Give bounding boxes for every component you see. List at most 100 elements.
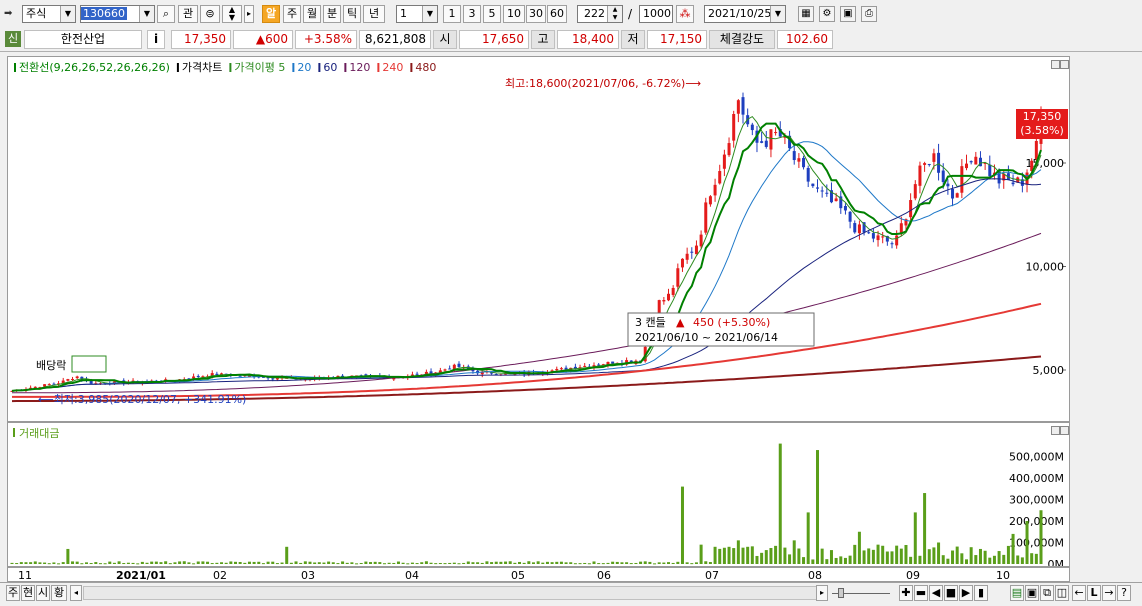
candle-body (667, 293, 671, 301)
legend-swatch-2 (229, 63, 232, 72)
tab-ju[interactable]: 주 (6, 585, 20, 601)
scroll-right-icon[interactable]: ▸ (816, 585, 828, 601)
pan-left-icon[interactable]: ← (1072, 585, 1086, 601)
price-chart-panel[interactable]: 전환선(9,26,26,52,26,26,26) 가격차트 가격이평 5 20 60 12… (7, 56, 1070, 422)
date-select[interactable]: 2021/10/25 ▼ (704, 5, 786, 23)
gear-icon[interactable]: ⚙ (819, 6, 835, 22)
panel-close-icon[interactable] (1060, 426, 1069, 435)
market-type-select[interactable]: 주식 ▼ (22, 5, 76, 23)
volume-bar (690, 563, 694, 565)
volume-bar (331, 562, 335, 564)
volume-bar (173, 562, 177, 564)
volume-chart-panel[interactable]: 거래대금 500,000M 400,000M 300,000M 200,000M 100,… (7, 422, 1070, 567)
volume-bar (746, 546, 750, 564)
volume-bar (355, 563, 359, 565)
tab-si[interactable]: 시 (36, 585, 50, 601)
candle-body (965, 163, 969, 169)
save-icon[interactable]: ▣ (840, 6, 856, 22)
volume-bar (983, 550, 987, 564)
execution-strength: 102.60 (777, 30, 833, 49)
link-group-icon[interactable]: ⊜ (200, 5, 220, 23)
volume-bar (345, 562, 349, 564)
save-image-icon[interactable]: ▣ (1025, 585, 1039, 601)
watchlist-button[interactable]: 관 (178, 5, 198, 23)
volume-bar (485, 561, 489, 564)
period-year-button[interactable]: 년 (363, 5, 385, 23)
copy-icon[interactable]: ⧉ (1040, 585, 1054, 601)
tab-hyeon[interactable]: 현 (21, 585, 35, 601)
chevron-down-icon[interactable]: ▼ (422, 6, 437, 22)
pan-right-icon[interactable]: → (1102, 585, 1116, 601)
x-axis-label-8: 08 (808, 569, 822, 581)
fit-icon[interactable]: ▮ (974, 585, 988, 601)
candle-body (946, 183, 950, 187)
excel-icon[interactable]: ▤ (1010, 585, 1024, 601)
chevron-down-icon[interactable]: ▼ (60, 6, 75, 22)
legend-item-4: 60 (323, 61, 337, 74)
display-count-input[interactable]: 222 ▲ ▼ (577, 5, 623, 23)
camera-icon[interactable]: ◫ (1055, 585, 1069, 601)
stop-icon[interactable]: ■ (944, 585, 958, 601)
help-icon[interactable]: ? (1117, 585, 1131, 601)
next-stock-icon[interactable]: ▸ (244, 5, 254, 23)
horizontal-scrollbar[interactable] (83, 586, 819, 600)
candle-body (909, 200, 913, 218)
candle-settings-icon[interactable]: ⁂ (676, 5, 694, 23)
candle-body (671, 287, 675, 295)
interval-30-button[interactable]: 30 (526, 5, 546, 23)
panel-close-icon[interactable] (1060, 60, 1069, 69)
quote-bar: 신 한전산업 i 17,350 ▲600 +3.58% 8,621,808 시 … (0, 28, 1142, 52)
zoom-slider[interactable] (832, 588, 890, 598)
candle-body (825, 192, 829, 194)
volume-bar (494, 561, 498, 564)
step-back-icon[interactable]: ◀ (929, 585, 943, 601)
interval-60-button[interactable]: 60 (547, 5, 567, 23)
volume-bar (247, 561, 251, 564)
period-monthly-button[interactable]: 월 (303, 5, 321, 23)
search-button[interactable]: ⌕ (157, 5, 175, 23)
print-icon[interactable]: ⎙ (861, 6, 877, 22)
line-tool-icon[interactable]: L (1087, 585, 1101, 601)
volume-bar (24, 562, 28, 564)
candle-body (727, 143, 731, 156)
zoom-out-icon[interactable]: ▬ (914, 585, 928, 601)
total-count-input[interactable]: 1000 (639, 5, 673, 23)
updown-spinner-icon[interactable]: ▲ ▼ (222, 5, 242, 23)
stock-code-input[interactable]: 130660 ▼ (80, 5, 155, 23)
period-weekly-button[interactable]: 주 (283, 5, 301, 23)
legend-swatch-0 (14, 63, 16, 72)
period-tick-button[interactable]: 틱 (343, 5, 361, 23)
price-chart[interactable]: 전환선(9,26,26,52,26,26,26) 가격차트 가격이평 5 20 60 12… (8, 57, 1069, 421)
interval-1-button[interactable]: 1 (443, 5, 461, 23)
volume-bar (238, 562, 242, 564)
volume-bar (466, 561, 470, 564)
interval-3-button[interactable]: 3 (463, 5, 481, 23)
zoom-in-icon[interactable]: ✚ (899, 585, 913, 601)
interval-5-button[interactable]: 5 (483, 5, 501, 23)
current-price-tag-value: 17,350 (1023, 110, 1062, 123)
volume-bar (61, 562, 65, 564)
stock-name[interactable]: 한전산업 (24, 30, 142, 49)
stock-info-button[interactable]: i (147, 30, 165, 49)
tab-hwang[interactable]: 황 (51, 585, 67, 601)
candle-body (722, 154, 726, 169)
spin-icon[interactable]: ▲ ▼ (607, 6, 622, 22)
volume-bar (57, 563, 61, 565)
candle-body (196, 375, 200, 377)
zoom-slider-thumb[interactable] (838, 588, 844, 598)
volume-bar (611, 561, 615, 564)
volume-bar (313, 562, 317, 564)
calendar-dropdown-icon[interactable]: ▼ (770, 6, 785, 22)
chart-tools-icon[interactable]: ▦ (798, 6, 814, 22)
step-forward-icon[interactable]: ▶ (959, 585, 973, 601)
scroll-left-icon[interactable]: ◂ (70, 585, 82, 601)
chevron-down-icon[interactable]: ▼ (139, 6, 154, 22)
panel-minimize-icon[interactable] (1051, 426, 1060, 435)
alarm-button[interactable]: 알 (262, 5, 280, 23)
trading-value-chart[interactable]: 거래대금 500,000M 400,000M 300,000M 200,000M 100,… (8, 423, 1069, 566)
panel-minimize-icon[interactable] (1051, 60, 1060, 69)
interval-select[interactable]: 1 ▼ (396, 5, 438, 23)
interval-10-button[interactable]: 10 (503, 5, 525, 23)
volume-bar (154, 561, 158, 564)
period-minute-button[interactable]: 분 (323, 5, 341, 23)
